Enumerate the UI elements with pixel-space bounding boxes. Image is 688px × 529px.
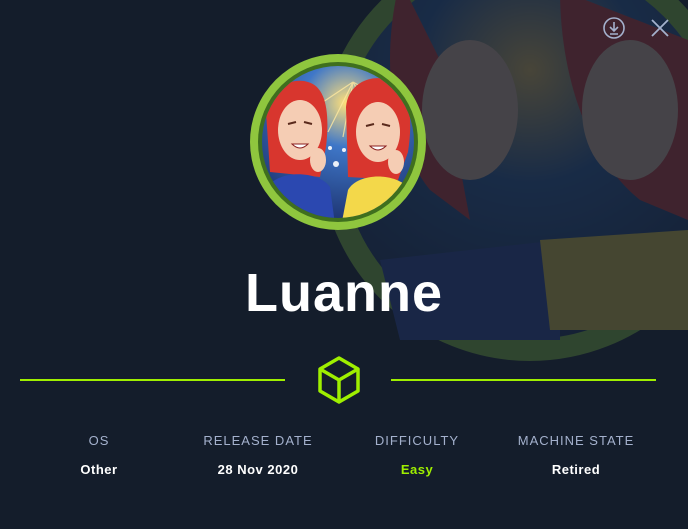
stat-os: OS Other — [19, 433, 179, 477]
stat-label: DIFFICULTY — [374, 433, 460, 448]
stat-label: OS — [88, 433, 110, 448]
stat-value: Other — [80, 462, 118, 477]
machine-stats: OS Other RELEASE DATE 28 Nov 2020 DIFFIC… — [0, 433, 688, 493]
close-icon — [651, 19, 669, 37]
close-button[interactable] — [646, 14, 674, 42]
download-icon — [603, 17, 625, 39]
machine-name: Luanne — [244, 263, 443, 323]
stat-release-date: RELEASE DATE 28 Nov 2020 — [178, 433, 338, 477]
machine-avatar — [250, 54, 426, 230]
divider-left — [20, 379, 285, 381]
divider-right — [391, 379, 656, 381]
stat-value: Retired — [551, 462, 601, 477]
stat-machine-state: MACHINE STATE Retired — [496, 433, 656, 477]
stat-difficulty: DIFFICULTY Easy — [337, 433, 497, 477]
stat-label: MACHINE STATE — [517, 433, 635, 448]
stat-value: Easy — [400, 462, 434, 477]
cube-icon — [318, 356, 360, 404]
download-button[interactable] — [600, 14, 628, 42]
stat-value: 28 Nov 2020 — [217, 462, 299, 477]
stat-label: RELEASE DATE — [203, 433, 313, 448]
